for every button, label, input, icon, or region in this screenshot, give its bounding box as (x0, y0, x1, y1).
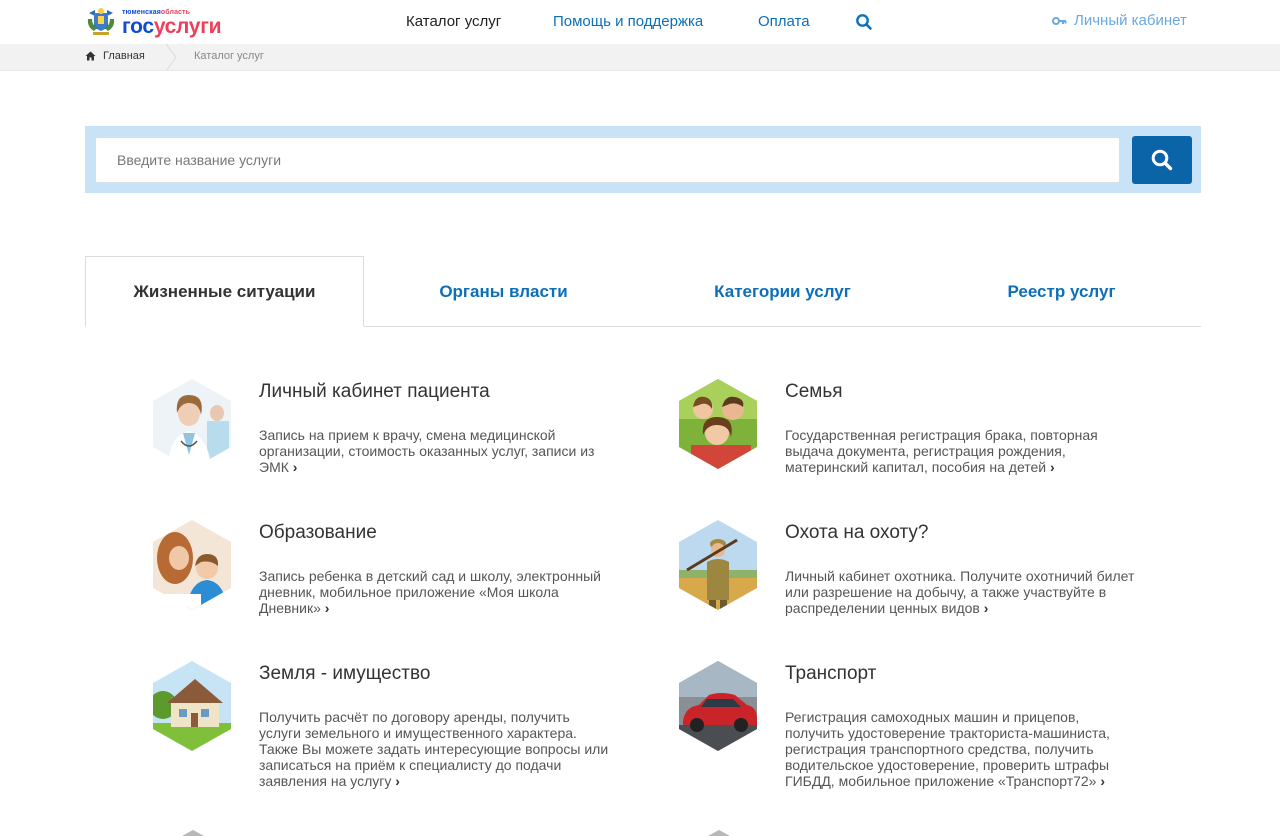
card-title[interactable]: Личный кабинет пациента (259, 379, 490, 405)
tab-authorities[interactable]: Органы власти (364, 256, 643, 327)
nav-help-support[interactable]: Помощь и поддержка (553, 12, 703, 32)
chevron-right-icon: › (1100, 773, 1106, 789)
card-title[interactable]: Семья (785, 379, 843, 405)
education-photo (153, 520, 231, 610)
search-icon[interactable] (855, 13, 873, 31)
card-title[interactable]: Земля - имущество (259, 661, 430, 687)
search-button[interactable] (1132, 136, 1192, 184)
logo-wordmark: госуслуги (122, 15, 222, 38)
breadcrumb-current: Каталог услуг (194, 50, 264, 62)
hunter-photo (679, 520, 757, 610)
card-title[interactable]: Транспорт (785, 661, 876, 687)
key-icon (1052, 16, 1067, 25)
home-icon (85, 51, 96, 61)
card-description[interactable]: Личный кабинет охотника. Получите охотни… (785, 568, 1145, 616)
car-photo (679, 661, 757, 751)
chevron-right-icon: › (395, 773, 400, 789)
personal-cabinet-label: Личный кабинет (1074, 12, 1187, 29)
card-title[interactable]: Охота на охоту? (785, 520, 928, 546)
logo-text: тюменскаяобласть госуслуги (122, 9, 222, 38)
nav-catalog[interactable]: Каталог услуг (406, 12, 501, 32)
chevron-right-icon: › (292, 459, 298, 475)
breadcrumb: Главная Каталог услуг (0, 44, 1280, 71)
tab-service-categories[interactable]: Категории услуг (643, 256, 922, 327)
next-card-image-edge (182, 830, 204, 836)
chevron-right-icon: › (324, 600, 330, 616)
house-photo (153, 661, 231, 751)
search-panel (85, 126, 1201, 193)
search-icon (1151, 149, 1173, 171)
tab-service-registry[interactable]: Реестр услуг (922, 256, 1201, 327)
card-title[interactable]: Образование (259, 520, 377, 546)
breadcrumb-separator-icon (165, 44, 177, 71)
service-search-input[interactable] (95, 137, 1120, 183)
header: тюменскаяобласть госуслуги Каталог услуг… (0, 0, 1280, 44)
gosuslugi-logo[interactable]: тюменскаяобласть госуслуги (85, 6, 222, 38)
family-photo (679, 379, 757, 469)
nav-payment[interactable]: Оплата (758, 12, 810, 32)
card-description[interactable]: Регистрация самоходных машин и прицепов,… (785, 709, 1125, 789)
catalog-tabs: Жизненные ситуации Органы власти Категор… (85, 256, 1201, 327)
coat-of-arms-icon (87, 8, 115, 35)
chevron-right-icon: › (983, 600, 989, 616)
card-description[interactable]: Запись на прием к врачу, смена медицинск… (259, 427, 619, 475)
tab-life-situations[interactable]: Жизненные ситуации (85, 256, 364, 327)
personal-cabinet-link[interactable]: Личный кабинет (1052, 12, 1187, 29)
chevron-right-icon: › (1050, 459, 1055, 475)
doctor-photo (153, 379, 231, 469)
breadcrumb-home-label: Главная (103, 50, 145, 62)
card-description[interactable]: Государственная регистрация брака, повто… (785, 427, 1145, 475)
card-description[interactable]: Запись ребенка в детский сад и школу, эл… (259, 568, 619, 616)
breadcrumb-home[interactable]: Главная (85, 50, 145, 62)
next-card-image-edge (708, 830, 730, 836)
card-description[interactable]: Получить расчёт по договору аренды, полу… (259, 709, 609, 789)
